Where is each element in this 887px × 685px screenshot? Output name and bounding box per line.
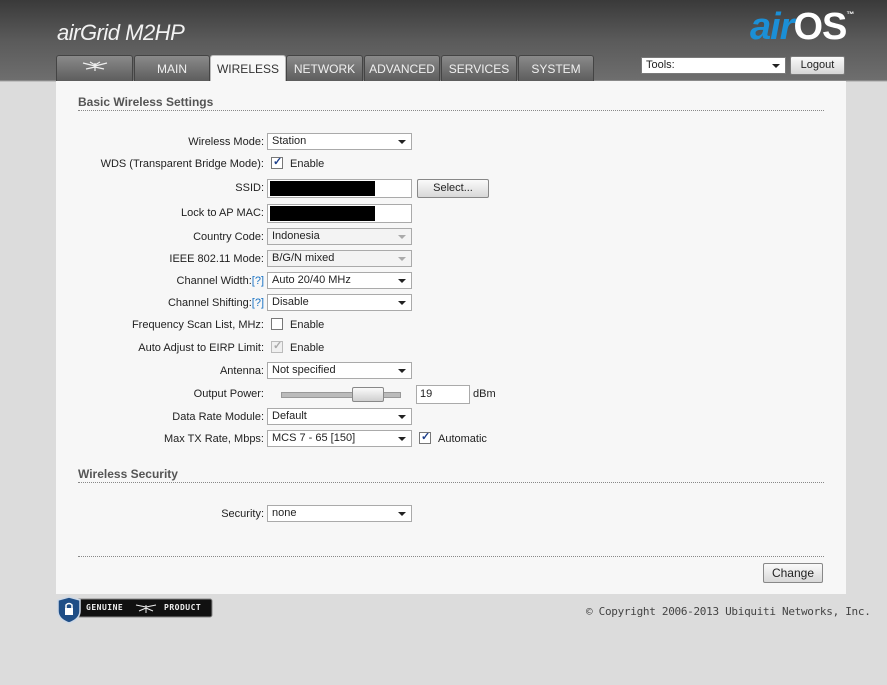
data-rate-module-value: Default [272,410,307,422]
airos-logo: airOS™ [750,6,854,49]
tab-ubiquiti-logo[interactable] [56,55,133,81]
wds-label: WDS (Transparent Bridge Mode): [100,158,264,170]
chevron-down-icon [398,235,406,239]
output-power-slider[interactable] [281,387,401,402]
country-code-label: Country Code: [193,231,264,243]
antenna-select[interactable]: Not specified [267,362,412,379]
ssid-label: SSID: [235,182,264,194]
lock-ap-mac-input[interactable] [267,204,412,223]
max-tx-rate-label: Max TX Rate, Mbps: [163,433,264,445]
wireless-security-title: Wireless Security [78,467,178,481]
genuine-product-badge: GENUINE PRODUCT [56,595,214,624]
frequency-scan-enable-label: Enable [290,319,325,331]
tab-services[interactable]: SERVICES [441,55,517,81]
channel-shifting-label-wrap: Channel Shifting:[?] [24,294,264,312]
select-ssid-button[interactable]: Select... [417,179,489,198]
max-tx-automatic-checkbox[interactable] [419,430,431,444]
wireless-mode-label: Wireless Mode: [188,136,264,148]
divider [78,482,824,483]
ubiquiti-logo-icon [80,61,110,76]
antenna-label: Antenna: [219,365,264,377]
data-rate-module-select[interactable]: Default [267,408,412,425]
slider-handle[interactable] [352,387,384,402]
output-power-label: Output Power: [193,388,264,400]
logout-button[interactable]: Logout [790,56,845,75]
badge-genuine-text: GENUINE [86,603,124,612]
frequency-scan-checkbox[interactable] [271,318,283,330]
channel-shifting-label: Channel Shifting: [167,297,252,309]
badge-product-text: PRODUCT [164,603,202,612]
max-tx-rate-value: MCS 7 - 65 [150] [272,432,356,444]
basic-wireless-title: Basic Wireless Settings [78,95,214,109]
chevron-down-icon [398,437,406,441]
auto-eirp-label: Auto Adjust to EIRP Limit: [138,342,264,354]
tab-network[interactable]: NETWORK [286,55,363,81]
security-value: none [272,507,297,519]
ieee-mode-value: B/G/N mixed [272,252,335,264]
chevron-down-icon [398,301,406,305]
country-code-select[interactable]: Indonesia [267,228,412,245]
ieee-mode-select[interactable]: B/G/N mixed [267,250,412,267]
tab-advanced[interactable]: ADVANCED [364,55,440,81]
channel-width-label: Channel Width: [176,275,252,287]
channel-width-help-link[interactable]: [?] [252,275,264,287]
chevron-down-icon [398,279,406,283]
channel-shifting-value: Disable [272,296,309,308]
channel-shifting-select[interactable]: Disable [267,294,412,311]
auto-eirp-checkbox[interactable] [271,339,283,353]
wds-checkbox[interactable] [271,155,283,169]
wireless-mode-value: Station [272,135,307,147]
tools-select-value: Tools: [646,59,675,71]
security-label: Security: [221,508,264,520]
redacted-value [270,181,375,196]
ssid-input[interactable] [267,179,412,198]
channel-width-value: Auto 20/40 MHz [272,274,351,286]
channel-shifting-help-link[interactable]: [?] [252,297,264,309]
redacted-value [270,206,375,221]
channel-width-label-wrap: Channel Width:[?] [24,272,264,290]
security-select[interactable]: none [267,505,412,522]
product-logo: airGrid M2HP [57,20,185,45]
chevron-down-icon [398,369,406,373]
change-button[interactable]: Change [763,563,823,583]
tab-system[interactable]: SYSTEM [518,55,594,81]
copyright-text: © Copyright 2006-2013 Ubiquiti Networks,… [586,605,871,618]
ieee-mode-label: IEEE 802.11 Mode: [169,253,264,265]
auto-eirp-enable-label: Enable [290,342,325,354]
frequency-scan-label: Frequency Scan List, MHz: [131,319,264,331]
wds-enable-label: Enable [290,158,325,170]
divider [78,110,824,111]
chevron-down-icon [398,140,406,144]
tools-select[interactable]: Tools: [641,57,786,74]
wireless-mode-select[interactable]: Station [267,133,412,150]
chevron-down-icon [398,257,406,261]
antenna-value: Not specified [272,364,336,376]
chevron-down-icon [772,64,780,68]
max-tx-rate-select[interactable]: MCS 7 - 65 [150] [267,430,412,447]
data-rate-module-label: Data Rate Module: [172,411,264,423]
airos-logo-os: OS [793,6,847,48]
output-power-input[interactable]: 19 [416,385,470,404]
tab-wireless[interactable]: WIRELESS [210,55,286,82]
trademark: ™ [846,10,854,19]
country-code-value: Indonesia [272,230,320,242]
output-power-unit: dBm [473,388,496,400]
channel-width-select[interactable]: Auto 20/40 MHz [267,272,412,289]
lock-ap-mac-label: Lock to AP MAC: [181,207,264,219]
divider [78,556,824,557]
settings-panel: Basic Wireless Settings Wireless Mode: S… [56,81,846,594]
chevron-down-icon [398,512,406,516]
chevron-down-icon [398,415,406,419]
max-tx-automatic-label: Automatic [438,433,487,445]
airos-logo-air: air [750,6,794,48]
tab-main[interactable]: MAIN [134,55,210,81]
